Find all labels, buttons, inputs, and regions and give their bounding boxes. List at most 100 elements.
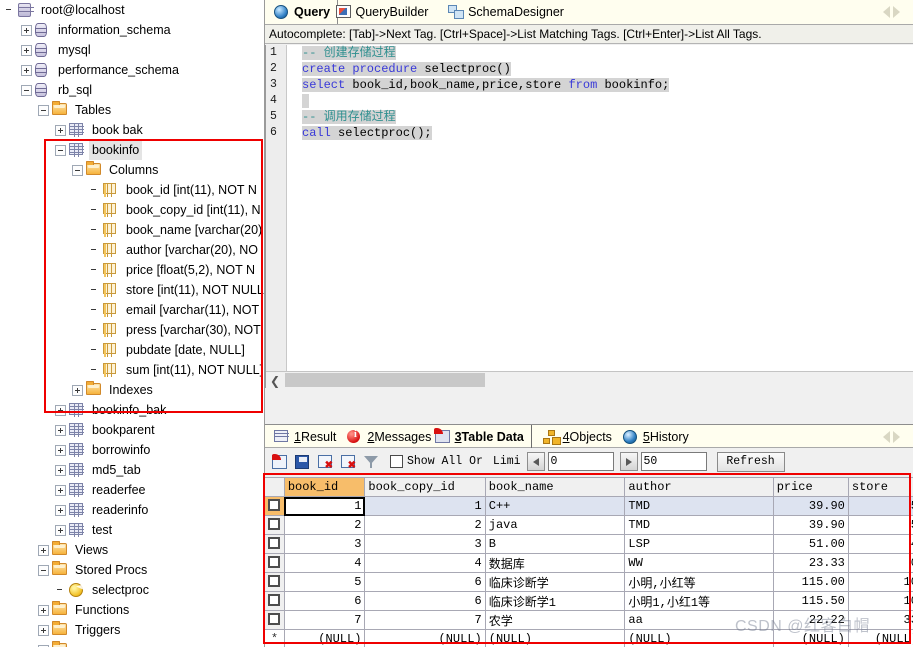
- expand-icon[interactable]: [55, 484, 66, 496]
- tree-item[interactable]: readerinfo: [0, 500, 264, 520]
- code-line[interactable]: select book_id,book_name,price,store fro…: [288, 77, 913, 93]
- collapse-icon[interactable]: [55, 144, 66, 156]
- tree-item[interactable]: book bak: [0, 120, 264, 140]
- tab-scroll-arrows[interactable]: [883, 4, 909, 19]
- cell-store[interactable]: 5: [848, 496, 913, 516]
- editor-horizontal-scrollbar[interactable]: ❮: [266, 371, 913, 388]
- cell-book_name[interactable]: 农学: [485, 610, 626, 630]
- cell-author[interactable]: aa: [624, 610, 774, 630]
- sql-editor[interactable]: 1 2 3 4 5 6 -- 创建存储过程 create procedure selectp…: [265, 45, 913, 388]
- filter-icon[interactable]: [361, 451, 382, 472]
- result-tab-objects[interactable]: 4 Objects: [536, 425, 619, 448]
- edit-delete-icon[interactable]: [338, 451, 359, 472]
- tree-item[interactable]: book_copy_id [int(11), N: [0, 200, 264, 220]
- tree-item[interactable]: press [varchar(30), NOT: [0, 320, 264, 340]
- row-select-cell[interactable]: [265, 591, 285, 611]
- cell-store[interactable]: 33: [848, 610, 913, 630]
- column-header-author[interactable]: author: [624, 477, 774, 497]
- expand-icon[interactable]: [72, 384, 83, 396]
- cell-author[interactable]: (NULL): [624, 629, 774, 647]
- expand-icon[interactable]: [21, 24, 32, 36]
- database-tree-pane[interactable]: root@localhost information_schema mysql per…: [0, 0, 265, 647]
- cell-author[interactable]: TMD: [624, 496, 774, 516]
- code-line[interactable]: create procedure selectproc(): [288, 61, 913, 77]
- tree-item[interactable]: Triggers: [0, 620, 264, 640]
- cell-book_name[interactable]: 数据库: [485, 553, 626, 573]
- scroll-right-icon[interactable]: [893, 5, 900, 18]
- offset-increment-button[interactable]: [619, 452, 638, 471]
- cell-price[interactable]: 39.90: [773, 515, 849, 535]
- cell-price[interactable]: 51.00: [773, 534, 849, 554]
- table-row[interactable]: 33BLSP51.0045456: [265, 534, 913, 554]
- row-select-cell[interactable]: [265, 572, 285, 592]
- tree-item[interactable]: Columns: [0, 160, 264, 180]
- tree-item[interactable]: price [float(5,2), NOT N: [0, 260, 264, 280]
- row-checkbox[interactable]: [268, 518, 281, 530]
- offset-decrement-button[interactable]: [526, 452, 545, 471]
- tree-item[interactable]: pubdate [date, NULL]: [0, 340, 264, 360]
- tree-item[interactable]: mysql: [0, 40, 264, 60]
- cell-price[interactable]: 22.22: [773, 610, 849, 630]
- cell-book_copy_id[interactable]: 6: [364, 591, 486, 611]
- cell-book_id[interactable]: 3: [284, 534, 366, 554]
- cell-store[interactable]: (NULL): [848, 629, 913, 647]
- tree-item[interactable]: Tables: [0, 100, 264, 120]
- expand-icon[interactable]: [21, 64, 32, 76]
- column-header-price[interactable]: price: [773, 477, 849, 497]
- tree-item[interactable]: test: [0, 520, 264, 540]
- cell-book_name[interactable]: java: [485, 515, 626, 535]
- tree-item[interactable]: readerfee: [0, 480, 264, 500]
- cell-book_copy_id[interactable]: 7: [364, 610, 486, 630]
- tree-item[interactable]: bookinfo_bak: [0, 400, 264, 420]
- tree-item[interactable]: md5_tab: [0, 460, 264, 480]
- cell-book_copy_id[interactable]: (NULL): [364, 629, 486, 647]
- result-tab-history[interactable]: 5 History: [616, 425, 696, 448]
- table-row[interactable]: 77农学aa22.22335451: [265, 610, 913, 630]
- cell-book_name[interactable]: C++: [485, 496, 626, 516]
- expand-icon[interactable]: [38, 624, 49, 636]
- cell-book_copy_id[interactable]: 4: [364, 553, 486, 573]
- cell-price[interactable]: 115.50: [773, 591, 849, 611]
- cell-store[interactable]: 10: [848, 572, 913, 592]
- row-select-cell[interactable]: [265, 496, 285, 516]
- scroll-right-icon[interactable]: [893, 430, 900, 443]
- cell-author[interactable]: WW: [624, 553, 774, 573]
- table-row[interactable]: 44数据库WW23.330: [265, 553, 913, 573]
- code-line[interactable]: -- 创建存储过程: [288, 45, 913, 61]
- tree-item[interactable]: information_schema: [0, 20, 264, 40]
- cell-book_copy_id[interactable]: 6: [364, 572, 486, 592]
- row-checkbox[interactable]: [268, 594, 281, 606]
- cell-book_name[interactable]: 临床诊断学: [485, 572, 626, 592]
- tree-item[interactable]: rb_sql: [0, 80, 264, 100]
- cell-book_id[interactable]: 6: [284, 591, 366, 611]
- cell-book_id[interactable]: 7: [284, 610, 366, 630]
- cell-store[interactable]: 10: [848, 591, 913, 611]
- column-header-book_id[interactable]: book_id: [284, 477, 366, 497]
- cell-price[interactable]: 23.33: [773, 553, 849, 573]
- new-record-icon[interactable]: [269, 451, 290, 472]
- column-header-book_name[interactable]: book_name: [485, 477, 626, 497]
- table-row[interactable]: *(NULL)(NULL)(NULL)(NULL)(NULL)(NULL)(NU…: [265, 629, 913, 647]
- sql-code-area[interactable]: -- 创建存储过程 create procedure selectproc() se…: [288, 45, 913, 141]
- row-checkbox[interactable]: [268, 613, 281, 625]
- tree-item[interactable]: Views: [0, 540, 264, 560]
- cell-book_copy_id[interactable]: 2: [364, 515, 486, 535]
- cell-book_id[interactable]: (NULL): [284, 629, 366, 647]
- cell-book_name[interactable]: 临床诊断学1: [485, 591, 626, 611]
- cell-book_name[interactable]: B: [485, 534, 626, 554]
- cell-book_id[interactable]: 5: [284, 572, 366, 592]
- scroll-left-chevron-icon[interactable]: ❮: [270, 374, 280, 388]
- cell-book_id[interactable]: 2: [284, 515, 366, 535]
- cell-book_copy_id[interactable]: 3: [364, 534, 486, 554]
- cell-store[interactable]: 5: [848, 515, 913, 535]
- tree-item[interactable]: bookparent: [0, 420, 264, 440]
- row-checkbox[interactable]: [268, 537, 281, 549]
- tree-item[interactable]: store [int(11), NOT NULL: [0, 280, 264, 300]
- code-line[interactable]: [288, 93, 913, 109]
- collapse-icon[interactable]: [38, 564, 49, 576]
- tab-query[interactable]: Query: [267, 0, 339, 24]
- select-all-header[interactable]: [265, 477, 285, 497]
- delete-record-icon[interactable]: [315, 451, 336, 472]
- row-checkbox[interactable]: [268, 499, 281, 511]
- tree-item[interactable]: selectproc: [0, 580, 264, 600]
